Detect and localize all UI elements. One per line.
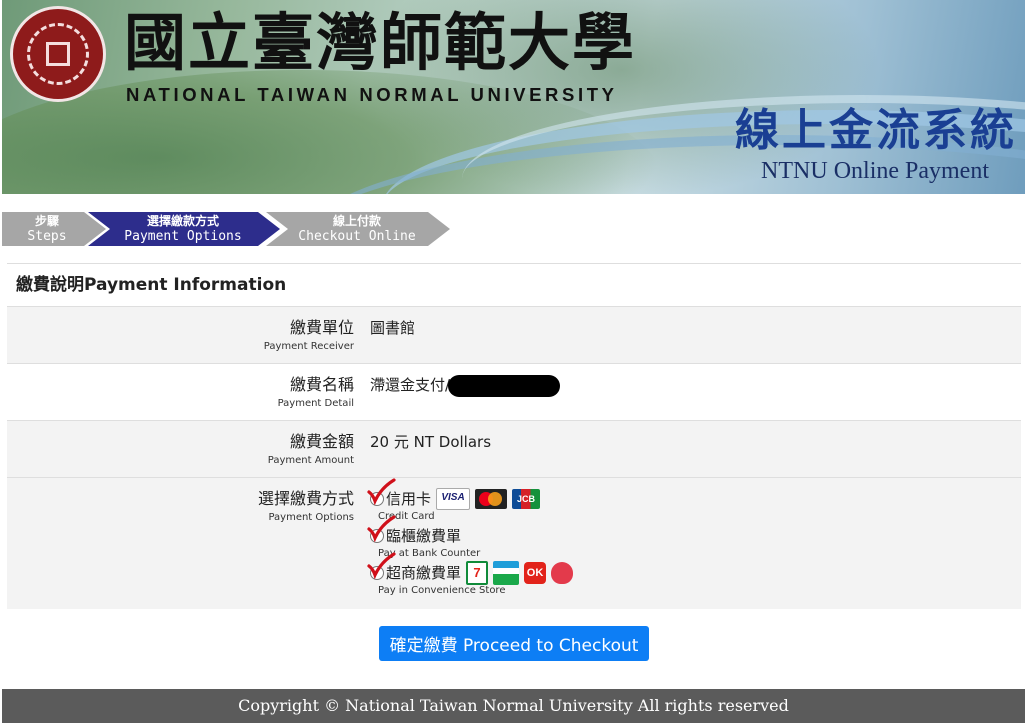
amount-label-en: Payment Amount	[267, 455, 354, 466]
bank-counter-label: 臨櫃繳費單	[386, 527, 462, 545]
options-label-zh: 選擇繳費方式	[257, 489, 354, 508]
ntnu-seal-icon	[10, 6, 106, 102]
credit-card-label: 信用卡	[386, 490, 432, 508]
detail-label-zh: 繳費名稱	[289, 375, 354, 394]
system-title-en: NTNU Online Payment	[761, 158, 989, 184]
hi-life-logo-icon	[551, 562, 574, 584]
step-label-en: Payment Options	[124, 229, 242, 244]
convenience-store-label: 超商繳費單	[386, 564, 462, 582]
receiver-value: 圖書館	[370, 319, 416, 337]
receiver-label-zh: 繳費單位	[289, 318, 354, 337]
detail-value: 滯還金支付/	[370, 376, 451, 394]
step-payment-options: 選擇繳款方式 Payment Options	[88, 212, 280, 246]
mastercard-logo-icon	[475, 489, 508, 509]
proceed-to-checkout-button[interactable]: 確定繳費 Proceed to Checkout	[379, 626, 649, 661]
header-banner: 國立臺灣師範大學 NATIONAL TAIWAN NORMAL UNIVERSI…	[2, 0, 1025, 194]
jcb-logo-icon: JCB	[512, 489, 541, 509]
amount-value: 20 元 NT Dollars	[370, 433, 492, 451]
credit-card-label-en: Credit Card	[378, 511, 435, 522]
step-label-en: Checkout Online	[298, 229, 416, 244]
detail-label-en: Payment Detail	[277, 398, 354, 409]
payment-info-card: 繳費說明Payment Information 繳費單位 Payment Rec…	[7, 263, 1021, 609]
option-bank-counter[interactable]: 臨櫃繳費單 Pay at Bank Counter	[367, 515, 573, 562]
option-credit-card[interactable]: 信用卡 VISA JCB Credit Card	[367, 478, 573, 525]
row-payment-receiver: 繳費單位 Payment Receiver 圖書館	[7, 307, 1021, 364]
amount-label-zh: 繳費金額	[289, 432, 354, 451]
seven-eleven-logo-icon: 7	[466, 561, 489, 585]
step-checkout-online: 線上付款 Checkout Online	[266, 212, 450, 246]
convenience-store-radio[interactable]	[370, 566, 384, 580]
payment-info-title: 繳費說明Payment Information	[7, 263, 1021, 307]
row-payment-amount: 繳費金額 Payment Amount 20 元 NT Dollars	[7, 421, 1021, 478]
row-payment-options: 選擇繳費方式 Payment Options 信用卡 VISA JCB Cred…	[7, 478, 1021, 609]
system-title-zh: 線上金流系統	[735, 105, 1017, 156]
bank-counter-radio[interactable]	[370, 529, 384, 543]
step-label-en: Steps	[27, 229, 67, 244]
credit-card-radio[interactable]	[370, 492, 384, 506]
visa-logo-icon: VISA	[436, 488, 471, 510]
university-name-en: NATIONAL TAIWAN NORMAL UNIVERSITY	[126, 84, 618, 105]
university-name-zh: 國立臺灣師範大學	[124, 6, 637, 79]
row-payment-detail: 繳費名稱 Payment Detail 滯還金支付/	[7, 364, 1021, 421]
bank-counter-label-en: Pay at Bank Counter	[378, 548, 481, 559]
footer-copyright: Copyright © National Taiwan Normal Unive…	[2, 689, 1025, 723]
step-indicator: 步驟 Steps 選擇繳款方式 Payment Options 線上付款 Che…	[2, 212, 462, 246]
receiver-label-en: Payment Receiver	[263, 341, 354, 352]
options-label-en: Payment Options	[268, 512, 354, 523]
option-convenience-store[interactable]: 超商繳費單 7 OK Pay in Convenience Store	[367, 552, 574, 599]
ok-mart-logo-icon: OK	[524, 562, 547, 584]
step-label-zh: 線上付款	[332, 214, 381, 228]
convenience-store-label-en: Pay in Convenience Store	[378, 585, 506, 596]
step-label-zh: 步驟	[34, 214, 59, 228]
redaction-mark	[448, 374, 561, 397]
familymart-logo-icon	[493, 561, 520, 585]
step-label-zh: 選擇繳款方式	[146, 214, 219, 228]
